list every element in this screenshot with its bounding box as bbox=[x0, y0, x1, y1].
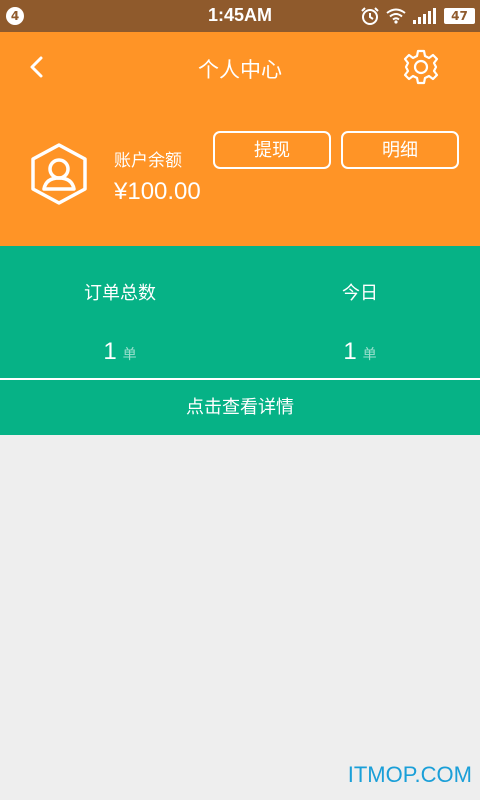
total-orders-value: 1 bbox=[103, 338, 117, 365]
alarm-icon bbox=[361, 7, 379, 25]
withdraw-button[interactable]: 提现 bbox=[213, 131, 331, 169]
status-bar: 4 1:45AM 47 bbox=[0, 0, 480, 32]
balance-label: 账户余额 bbox=[114, 151, 182, 171]
total-orders-label: 订单总数 bbox=[84, 283, 156, 304]
profile-header: 个人中心 账户余额 ¥100.00 提现 明细 bbox=[0, 32, 480, 246]
status-time: 1:45AM bbox=[207, 5, 273, 25]
today-label: 今日 bbox=[342, 283, 378, 304]
today-value: 1 bbox=[343, 338, 357, 365]
total-orders-value-row: 1单 bbox=[0, 338, 240, 366]
today-value-row: 1单 bbox=[240, 338, 480, 366]
gear-icon[interactable] bbox=[402, 48, 440, 86]
today-unit: 单 bbox=[362, 347, 377, 363]
user-avatar-icon bbox=[31, 143, 87, 205]
watermark: ITMOP.COM bbox=[347, 762, 472, 787]
today-orders-stat: 今日 1单 bbox=[240, 246, 480, 378]
total-orders-unit: 单 bbox=[122, 347, 137, 363]
details-button[interactable]: 明细 bbox=[341, 131, 459, 169]
order-stats-panel: 订单总数 1单 今日 1单 点击查看详情 bbox=[0, 246, 480, 435]
total-orders-stat: 订单总数 1单 bbox=[0, 246, 240, 378]
balance-value: ¥100.00 bbox=[114, 178, 201, 205]
wifi-icon bbox=[386, 8, 406, 24]
view-details-button[interactable]: 点击查看详情 bbox=[0, 380, 480, 435]
signal-icon bbox=[413, 8, 436, 24]
battery-indicator: 47 bbox=[444, 8, 475, 24]
